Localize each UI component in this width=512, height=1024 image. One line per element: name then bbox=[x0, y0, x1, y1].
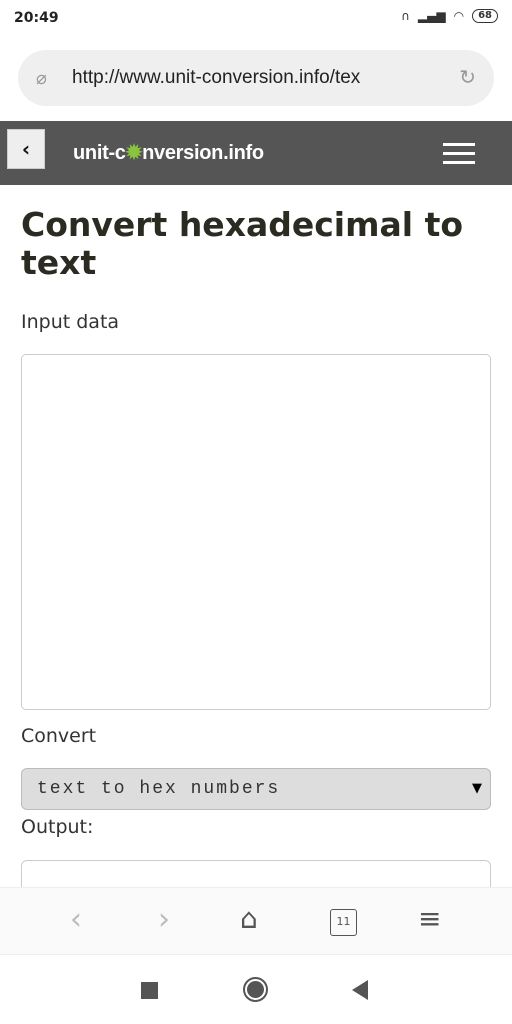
output-label: Output: bbox=[21, 816, 94, 838]
home-icon[interactable]: ⌂ bbox=[240, 902, 258, 935]
back-triangle-icon[interactable] bbox=[352, 980, 368, 1000]
status-bar: 20:49 ∩ ▂▄▆ ◠ 68 bbox=[0, 0, 512, 38]
reload-icon[interactable]: ↻ bbox=[459, 65, 476, 89]
dropdown-arrow-icon: ▼ bbox=[472, 781, 482, 796]
wifi-icon: ◠ bbox=[453, 9, 465, 23]
convert-label: Convert bbox=[21, 725, 97, 747]
convert-select[interactable]: text to hex numbers ▼ bbox=[21, 768, 491, 810]
back-arrow-icon[interactable]: ‹ bbox=[70, 902, 82, 937]
signal-icon: ▂▄▆ bbox=[417, 9, 446, 23]
home-button-icon[interactable] bbox=[243, 977, 268, 1002]
site-header: ‹ unit-c✹nversion.info bbox=[0, 121, 512, 185]
site-logo[interactable]: unit-c✹nversion.info bbox=[73, 140, 264, 165]
headphones-icon: ∩ bbox=[401, 9, 410, 23]
logo-text: unit-c bbox=[73, 142, 126, 164]
browser-toolbar: ‹ › ⌂ 11 ≡ bbox=[0, 887, 512, 955]
back-button[interactable]: ‹ bbox=[7, 129, 45, 169]
battery-icon: 68 bbox=[472, 9, 498, 23]
gear-icon: ✹ bbox=[125, 142, 143, 164]
recents-icon[interactable] bbox=[141, 982, 158, 999]
input-textarea[interactable] bbox=[21, 354, 491, 710]
globe-icon: ⌀ bbox=[36, 68, 47, 89]
tabs-button[interactable]: 11 bbox=[330, 909, 357, 936]
menu-icon[interactable]: ≡ bbox=[418, 902, 441, 935]
convert-selected: text to hex numbers bbox=[37, 779, 281, 799]
clock: 20:49 bbox=[14, 10, 59, 26]
forward-arrow-icon[interactable]: › bbox=[158, 902, 170, 937]
address-bar[interactable]: ⌀ http://www.unit-conversion.info/tex ↻ bbox=[18, 50, 494, 106]
input-label: Input data bbox=[21, 311, 120, 333]
menu-icon[interactable] bbox=[443, 143, 475, 170]
system-nav bbox=[0, 955, 512, 1024]
page-title: Convert hexadecimal to text bbox=[21, 205, 464, 282]
logo-text: nversion.info bbox=[142, 142, 264, 164]
url-text[interactable]: http://www.unit-conversion.info/tex bbox=[72, 67, 442, 89]
